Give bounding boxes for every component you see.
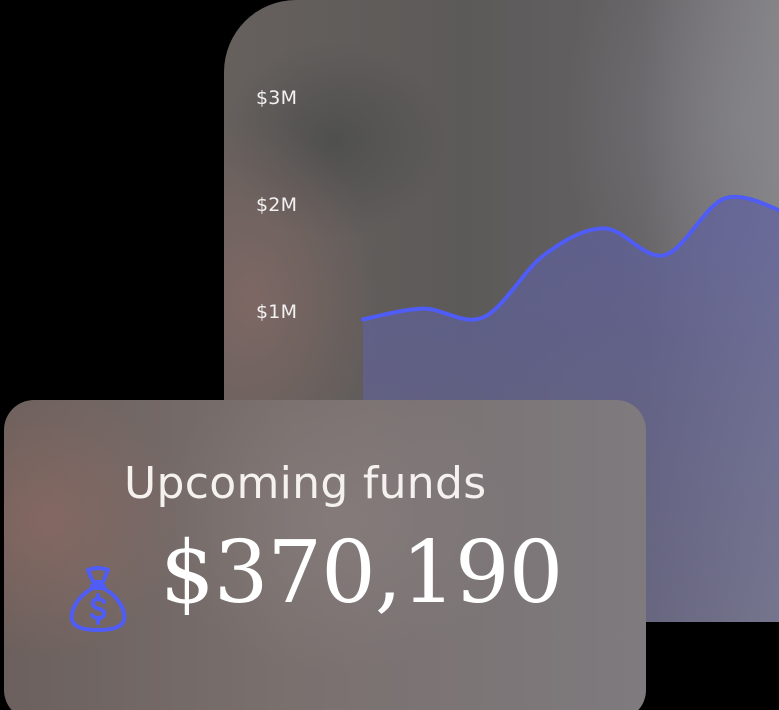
y-tick-label: $1M: [256, 301, 298, 323]
stage: $1M $2M $3M Upcoming funds $370,190: [0, 0, 779, 710]
funds-amount: $370,190: [160, 523, 563, 623]
funds-card: Upcoming funds $370,190: [4, 400, 646, 710]
y-tick-label: $3M: [256, 87, 298, 109]
y-tick-label: $2M: [256, 194, 298, 216]
funds-title: Upcoming funds: [124, 458, 487, 509]
money-bag-icon: [69, 566, 127, 632]
